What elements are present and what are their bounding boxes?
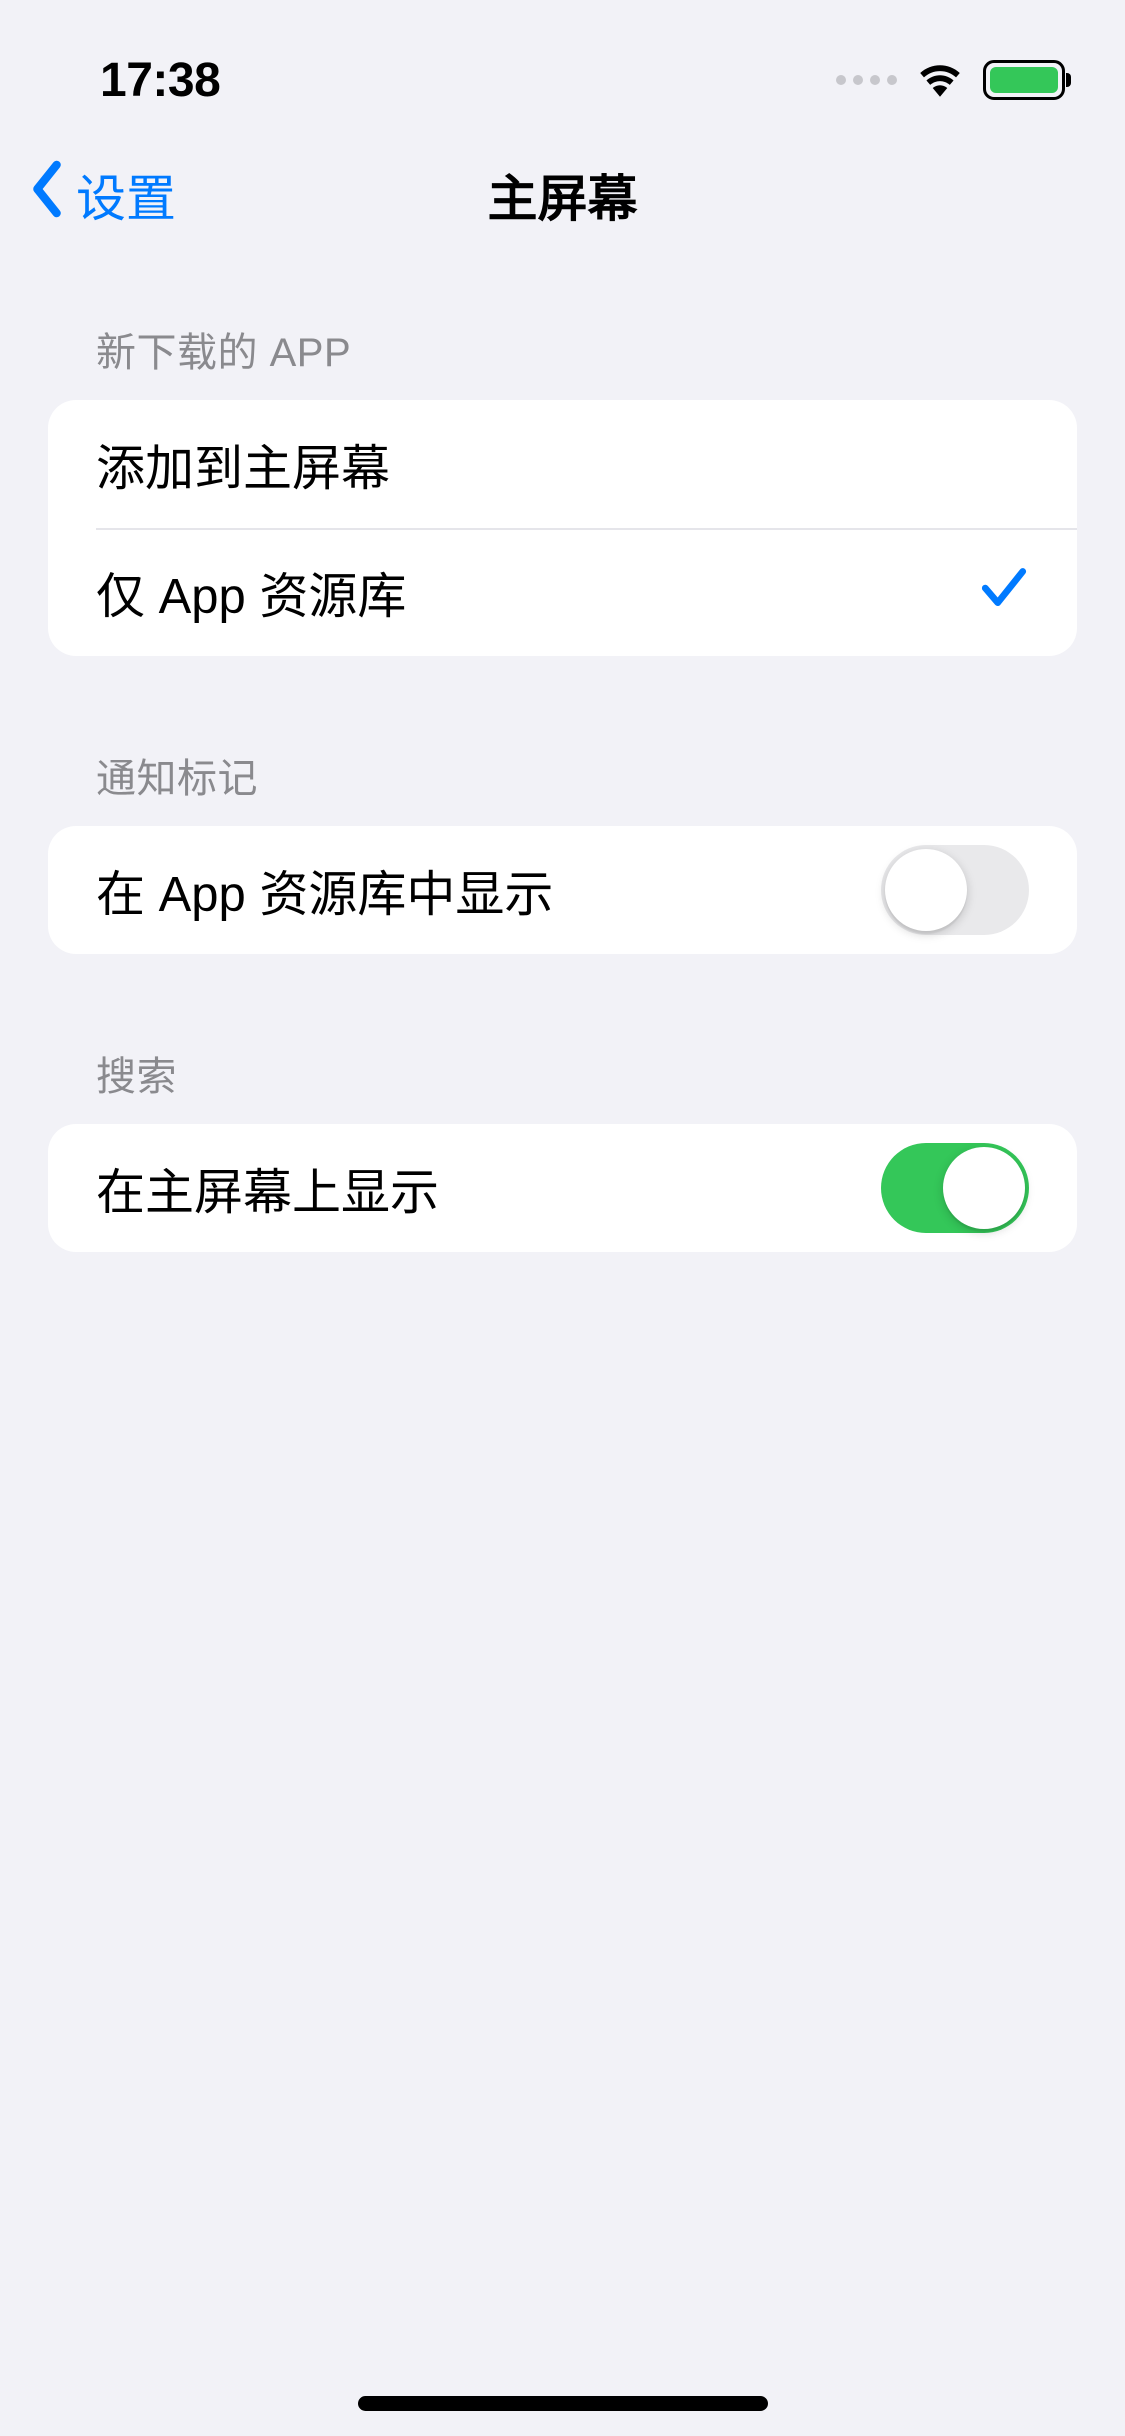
status-right xyxy=(836,59,1065,102)
section-header-badges: 通知标记 xyxy=(48,746,1077,826)
group-search: 在主屏幕上显示 xyxy=(48,1124,1077,1252)
status-time: 17:38 xyxy=(100,53,220,108)
checkmark-icon xyxy=(979,561,1029,623)
row-show-in-library: 在 App 资源库中显示 xyxy=(48,826,1077,954)
home-indicator xyxy=(358,2396,768,2411)
nav-bar: 设置 主屏幕 xyxy=(0,130,1125,260)
wifi-icon xyxy=(915,59,965,102)
back-button[interactable]: 设置 xyxy=(28,159,176,231)
section-header-downloads: 新下载的 APP xyxy=(48,320,1077,400)
back-label: 设置 xyxy=(76,159,176,231)
toggle-show-on-home[interactable] xyxy=(881,1143,1029,1233)
chevron-left-icon xyxy=(28,160,66,230)
row-label: 在主屏幕上显示 xyxy=(96,1153,439,1224)
page-title: 主屏幕 xyxy=(488,159,638,231)
group-badges: 在 App 资源库中显示 xyxy=(48,826,1077,954)
option-label: 仅 App 资源库 xyxy=(96,557,406,628)
section-header-search: 搜索 xyxy=(48,1044,1077,1124)
cellular-dots-icon xyxy=(836,75,897,85)
content: 新下载的 APP 添加到主屏幕 仅 App 资源库 通知标记 在 App 资源库… xyxy=(0,260,1125,1252)
option-app-library-only[interactable]: 仅 App 资源库 xyxy=(48,528,1077,656)
status-bar: 17:38 xyxy=(0,0,1125,130)
row-label: 在 App 资源库中显示 xyxy=(96,855,553,926)
option-add-to-home[interactable]: 添加到主屏幕 xyxy=(48,400,1077,528)
row-show-on-home: 在主屏幕上显示 xyxy=(48,1124,1077,1252)
option-label: 添加到主屏幕 xyxy=(96,429,390,500)
battery-icon xyxy=(983,60,1065,100)
toggle-show-in-library[interactable] xyxy=(881,845,1029,935)
group-downloads: 添加到主屏幕 仅 App 资源库 xyxy=(48,400,1077,656)
